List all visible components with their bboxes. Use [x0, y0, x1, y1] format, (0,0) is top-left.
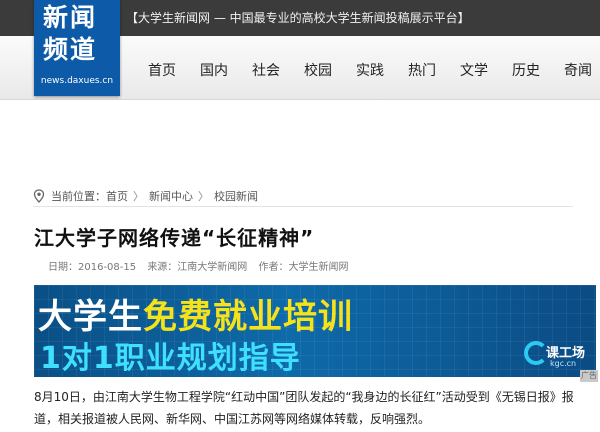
- breadcrumb-home[interactable]: 首页: [106, 188, 128, 204]
- nav-item-society[interactable]: 社会: [240, 60, 292, 80]
- breadcrumb-separator: 〉: [133, 190, 144, 203]
- article-author: 作者：大学生新闻网: [258, 262, 349, 273]
- site-logo[interactable]: 新闻 频道 news.daxues.cn: [34, 0, 120, 96]
- brand-domain: kgc.cn: [550, 359, 577, 368]
- article-title: 江大学子网络传递“长征精神”: [34, 226, 315, 250]
- brand-c-icon: [524, 341, 548, 365]
- breadcrumb-news-center[interactable]: 新闻中心: [149, 188, 193, 204]
- site-slogan: 【大学生新闻网 — 中国最专业的高校大学生新闻投稿展示平台】: [126, 11, 470, 25]
- banner-headline-yellow: 免费就业培训: [143, 297, 353, 337]
- breadcrumb: 当前位置： 首页 〉 新闻中心 〉 校园新闻: [33, 186, 573, 206]
- ad-banner[interactable]: 大学生免费就业培训 1对1职业规划指导 课工场 kgc.cn: [34, 285, 596, 377]
- main-nav: 首页 国内 社会 校园 实践 热门 文学 历史 奇闻: [136, 60, 600, 80]
- nav-item-history[interactable]: 历史: [500, 60, 552, 80]
- breadcrumb-separator: 〉: [198, 190, 209, 203]
- nav-item-literature[interactable]: 文学: [448, 60, 500, 80]
- nav-item-campus[interactable]: 校园: [292, 60, 344, 80]
- article-date: 日期：2016-08-15: [48, 262, 137, 273]
- banner-brand: 课工场 kgc.cn: [524, 341, 590, 373]
- banner-headline-white: 大学生: [38, 297, 143, 337]
- breadcrumb-prefix: 当前位置：: [51, 190, 106, 203]
- nav-item-hot[interactable]: 热门: [396, 60, 448, 80]
- logo-line1: 新闻: [43, 3, 98, 32]
- nav-item-oddities[interactable]: 奇闻: [552, 60, 600, 80]
- banner-headline: 大学生免费就业培训: [38, 289, 353, 338]
- logo-line2: 频道: [43, 35, 98, 64]
- ad-label: 广告: [580, 370, 598, 382]
- location-pin-icon: [33, 189, 45, 203]
- banner-subline: 1对1职业规划指导: [40, 341, 301, 376]
- article-source: 来源：江南大学新闻网: [147, 262, 248, 273]
- nav-item-practice[interactable]: 实践: [344, 60, 396, 80]
- nav-item-domestic[interactable]: 国内: [188, 60, 240, 80]
- article-body: 8月10日，由江南大学生物工程学院“红动中国”团队发起的“我身边的长征红”活动受…: [34, 390, 574, 426]
- article-meta: 日期：2016-08-15 来源：江南大学新闻网 作者：大学生新闻网: [48, 258, 349, 273]
- breadcrumb-campus-news[interactable]: 校园新闻: [214, 188, 258, 204]
- logo-url: news.daxues.cn: [40, 76, 114, 86]
- breadcrumb-divider: [33, 206, 573, 207]
- nav-item-home[interactable]: 首页: [136, 60, 188, 80]
